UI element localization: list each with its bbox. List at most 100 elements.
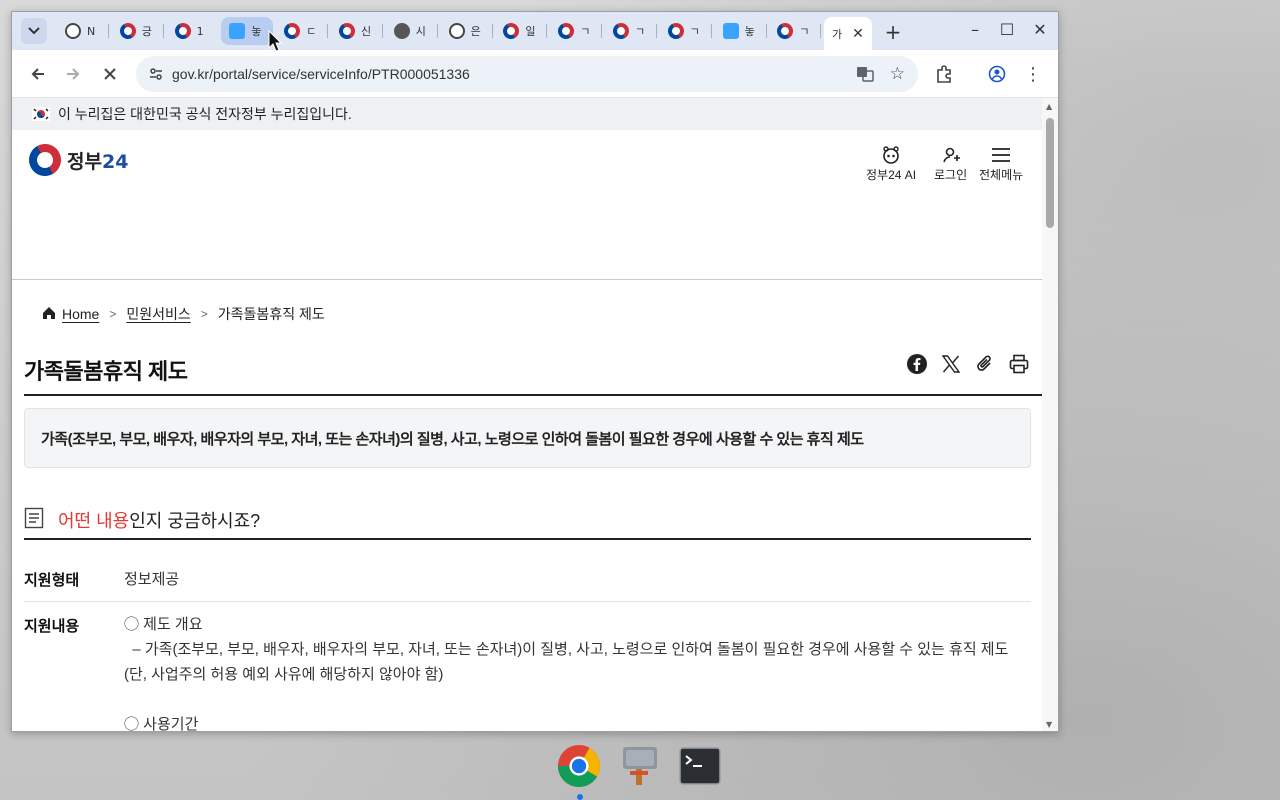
terminal-taskbar-button[interactable] bbox=[678, 742, 722, 790]
stop-button[interactable] bbox=[98, 62, 122, 86]
breadcrumb-civil-service[interactable]: 민원서비스 bbox=[126, 304, 190, 324]
chrome-icon bbox=[557, 744, 601, 788]
facebook-share-button[interactable] bbox=[905, 352, 929, 376]
translate-icon[interactable] bbox=[856, 65, 874, 87]
chevron-right-icon: > bbox=[200, 307, 208, 321]
running-indicator bbox=[577, 794, 583, 800]
bookmark-star-icon[interactable]: ☆ bbox=[890, 64, 905, 84]
tab-title: 놓 bbox=[251, 25, 262, 38]
tab-active[interactable]: 가 ✕ bbox=[824, 17, 872, 50]
page-scrollbar[interactable]: ▲ ▼ bbox=[1042, 98, 1058, 731]
tab-title: N bbox=[87, 24, 96, 38]
scroll-down-icon[interactable]: ▼ bbox=[1046, 720, 1052, 729]
scrollbar-thumb[interactable] bbox=[1046, 118, 1054, 228]
site-header: 정부24 정부24 AI 로그인 전체메뉴 bbox=[12, 130, 1042, 280]
row-value: 정보제공 bbox=[124, 571, 180, 588]
paperclip-icon bbox=[977, 355, 991, 371]
x-share-button[interactable] bbox=[939, 352, 963, 376]
back-button[interactable] bbox=[26, 62, 50, 86]
all-menu-button[interactable]: 전체메뉴 bbox=[979, 144, 1023, 183]
breadcrumb-home[interactable]: Home bbox=[62, 306, 99, 322]
tab-separator bbox=[327, 24, 329, 38]
site-info-icon[interactable] bbox=[148, 66, 164, 86]
login-label: 로그인 bbox=[934, 168, 968, 182]
tab-separator bbox=[491, 24, 493, 38]
tools-taskbar-button[interactable] bbox=[618, 742, 662, 790]
tab-item[interactable]: N bbox=[57, 17, 109, 45]
ai-label: 정부24 AI bbox=[866, 168, 917, 182]
gov24-logo[interactable]: 정부24 bbox=[23, 138, 128, 182]
forward-arrow-icon bbox=[67, 68, 80, 80]
close-icon[interactable]: ✕ bbox=[852, 26, 864, 42]
scroll-up-icon[interactable]: ▲ bbox=[1046, 102, 1052, 111]
ai-button[interactable]: 정부24 AI bbox=[866, 144, 916, 183]
tab-item[interactable]: 시 bbox=[386, 17, 438, 45]
copy-link-button[interactable] bbox=[973, 352, 997, 376]
minimize-button[interactable]: – bbox=[964, 20, 986, 39]
menu-icon bbox=[979, 144, 1023, 166]
tab-title: 신 bbox=[361, 25, 372, 38]
korea-flag-icon bbox=[32, 107, 50, 121]
tab-item[interactable]: ㄱ bbox=[660, 17, 712, 45]
tab-item[interactable]: 놓 bbox=[221, 17, 274, 45]
document-icon bbox=[722, 23, 739, 39]
all-menu-label: 전체메뉴 bbox=[979, 168, 1024, 182]
korea-logo-icon bbox=[281, 20, 304, 42]
chevron-right-icon: > bbox=[109, 307, 117, 321]
tab-title: 놓 bbox=[744, 25, 755, 38]
tab-item[interactable]: ㄱ bbox=[550, 17, 603, 45]
forward-button[interactable] bbox=[61, 62, 85, 86]
tab-item[interactable]: 신 bbox=[331, 17, 383, 45]
section-heading-highlight: 어떤 내용 bbox=[58, 511, 130, 531]
page-title: 가족돌봄휴직 제도 bbox=[24, 359, 188, 384]
tab-separator bbox=[656, 24, 657, 38]
korea-logo-icon bbox=[500, 20, 523, 42]
mouse-cursor-icon bbox=[268, 30, 282, 52]
tab-title: 시 bbox=[415, 25, 426, 38]
content-line: (단, 사업주의 허용 예외 사유에 해당하지 않아야 함) bbox=[124, 666, 444, 683]
tab-item[interactable]: ㄷ bbox=[276, 17, 329, 45]
tab-item[interactable]: 1 bbox=[167, 17, 219, 45]
content-line: ◯ 사용기간 bbox=[124, 716, 199, 732]
tab-title: 1 bbox=[196, 24, 204, 38]
extensions-button[interactable] bbox=[932, 62, 956, 86]
breadcrumb: Home > 민원서비스 > 가족돌봄휴직 제도 bbox=[42, 304, 325, 324]
browser-menu-button[interactable]: ⋮ bbox=[1021, 62, 1045, 86]
terminal-icon bbox=[679, 747, 721, 785]
korea-logo-icon bbox=[336, 20, 358, 42]
close-window-button[interactable]: ✕ bbox=[1029, 20, 1051, 39]
tab-item[interactable]: ㄱ bbox=[605, 17, 657, 45]
korea-logo-icon bbox=[774, 20, 797, 42]
breadcrumb-current: 가족돌봄휴직 제도 bbox=[217, 306, 325, 322]
new-tab-button[interactable]: + bbox=[882, 20, 904, 44]
tab-item[interactable]: 긍 bbox=[112, 17, 164, 45]
content-line bbox=[124, 687, 1008, 712]
korea-logo-icon bbox=[610, 20, 632, 42]
login-button[interactable]: 로그인 bbox=[934, 144, 967, 183]
address-bar[interactable]: gov.kr/portal/service/serviceInfo/PTR000… bbox=[136, 56, 918, 92]
tab-item[interactable]: 놓 bbox=[715, 17, 767, 45]
content-line: ◯ 제도 개요 bbox=[124, 616, 203, 633]
org-icon bbox=[448, 23, 465, 39]
tab-title: 일 bbox=[525, 25, 536, 38]
chrome-taskbar-button[interactable] bbox=[557, 742, 601, 790]
row-label: 지원내용 bbox=[24, 618, 80, 635]
tab-title: ㄱ bbox=[689, 25, 700, 38]
tab-title: ㄷ bbox=[306, 25, 317, 38]
tab-title: 가 bbox=[832, 27, 843, 41]
url-text: gov.kr/portal/service/serviceInfo/PTR000… bbox=[172, 66, 470, 82]
maximize-button[interactable]: ☐ bbox=[996, 20, 1018, 39]
tab-search-button[interactable] bbox=[21, 18, 47, 44]
gov-banner-text: 이 누리집은 대한민국 공식 전자정부 누리집입니다. bbox=[58, 106, 352, 122]
tools-icon bbox=[623, 747, 657, 785]
chevron-down-icon bbox=[28, 27, 40, 35]
tab-title: ㄱ bbox=[635, 25, 646, 38]
gov-official-banner: 이 누리집은 대한민국 공식 전자정부 누리집입니다. bbox=[12, 98, 1042, 130]
printer-icon bbox=[1009, 354, 1029, 374]
tab-item[interactable]: 은 bbox=[441, 17, 493, 45]
print-button[interactable] bbox=[1007, 352, 1031, 376]
tab-item[interactable]: ㄱ bbox=[769, 17, 822, 45]
tab-item[interactable]: 일 bbox=[495, 17, 548, 45]
profile-button[interactable] bbox=[985, 62, 1009, 86]
browser-toolbar: gov.kr/portal/service/serviceInfo/PTR000… bbox=[12, 50, 1058, 98]
